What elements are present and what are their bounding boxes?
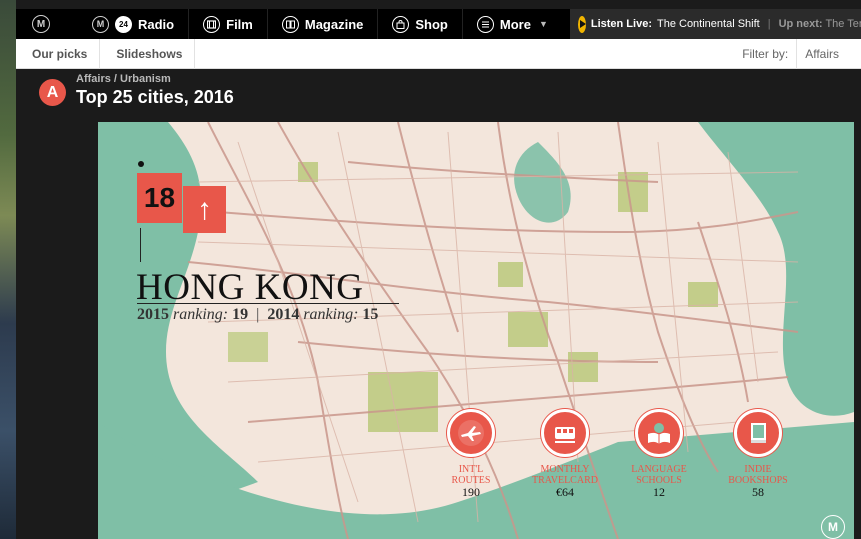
rank-2014-value: 15	[362, 306, 379, 323]
nav-film-label: Film	[226, 16, 253, 32]
m24-icon: 24	[115, 15, 132, 33]
stat-value: €64	[556, 485, 574, 499]
stat-label: MONTHLY TRAVELCARD	[532, 464, 598, 486]
stat-value: 190	[462, 485, 480, 499]
stat-value: 58	[752, 485, 764, 499]
rank-2015-word: ranking:	[173, 306, 229, 323]
stat-language-schools: LANGUAGE SCHOOLS 12	[614, 409, 704, 498]
nav-radio-label: Radio	[138, 16, 175, 32]
stat-indie-bookshops: INDIE BOOKSHOPS 58	[713, 409, 803, 498]
listen-live-bar[interactable]: Listen Live: The Continental Shift | Up …	[569, 9, 861, 39]
city-rank: 18	[137, 173, 182, 223]
stat-label: INDIE BOOKSHOPS	[728, 464, 788, 486]
sub-navigation: Our picks Slideshows Filter by: Affairs	[16, 38, 861, 69]
rank-2014-word: ranking:	[303, 306, 359, 323]
top-navigation: M M 24 Radio Film Magazine Shop More ▼ L…	[16, 9, 861, 39]
stat-value: 12	[653, 485, 665, 499]
magazine-icon	[281, 15, 299, 33]
listen-live-title: The Continental Shift	[656, 18, 760, 30]
stat-label: INT'L ROUTES	[451, 464, 491, 486]
breadcrumb[interactable]: Affairs / Urbanism	[76, 73, 171, 85]
monocle-m-icon: M	[92, 15, 109, 33]
listen-divider: |	[767, 18, 771, 30]
stat-label: LANGUAGE SCHOOLS	[631, 464, 687, 486]
nav-more[interactable]: More ▼	[461, 9, 562, 39]
monocle-logo-button[interactable]: M	[16, 9, 66, 39]
menu-icon	[476, 15, 494, 33]
background-photo-strip	[0, 0, 16, 539]
filter-label: Filter by:	[742, 46, 789, 61]
stat-international-routes: INT'L ROUTES 190	[426, 409, 516, 498]
shop-bag-icon	[392, 15, 410, 33]
rank-history: 2015 ranking: 19 | 2014 ranking: 15	[137, 306, 379, 323]
section-badge: A	[39, 79, 66, 106]
rank-divider	[140, 228, 141, 262]
listen-live-label: Listen Live:	[590, 18, 652, 30]
play-icon[interactable]	[577, 15, 586, 33]
open-book-icon	[635, 409, 683, 457]
tab-our-picks[interactable]: Our picks	[16, 38, 101, 69]
film-icon	[203, 15, 221, 33]
nav-shop[interactable]: Shop	[377, 9, 462, 39]
rank-2015-value: 19	[232, 306, 249, 323]
up-next-title: The Ten	[825, 18, 861, 30]
filter-select[interactable]: Affairs	[796, 38, 861, 69]
nav-magazine-label: Magazine	[304, 16, 364, 32]
airplane-icon	[447, 409, 495, 457]
tab-slideshows[interactable]: Slideshows	[100, 38, 196, 69]
nav-radio[interactable]: M 24 Radio	[66, 9, 188, 39]
rank-2014-year: 2014	[267, 306, 300, 323]
nav-film[interactable]: Film	[188, 9, 267, 39]
rank-marker-dot	[138, 161, 144, 167]
up-next-label: Up next:	[778, 18, 823, 30]
train-icon	[541, 409, 589, 457]
page-title: Top 25 cities, 2016	[76, 87, 234, 107]
chevron-down-icon: ▼	[538, 19, 548, 29]
rank-2015-year: 2015	[137, 306, 169, 323]
city-underline	[137, 303, 399, 304]
up-next: Up next: The Ten	[779, 18, 861, 30]
nav-magazine[interactable]: Magazine	[266, 9, 378, 39]
rank-up-arrow-icon: ↑	[183, 186, 226, 233]
stat-monthly-travelcard: MONTHLY TRAVELCARD €64	[520, 409, 610, 498]
nav-shop-label: Shop	[415, 16, 448, 32]
monocle-logo-icon: M	[32, 15, 50, 33]
nav-more-label: More	[499, 16, 531, 32]
monocle-watermark-icon: M	[821, 515, 845, 539]
book-icon	[734, 409, 782, 457]
